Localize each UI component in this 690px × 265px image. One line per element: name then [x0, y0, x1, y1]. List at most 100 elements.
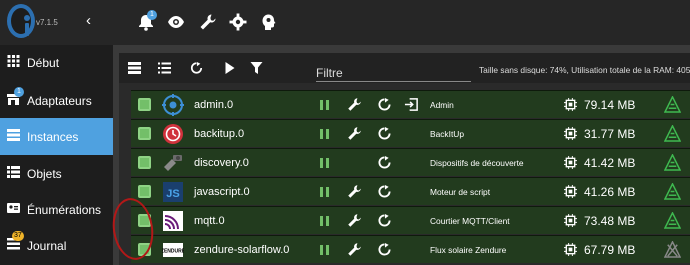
memory-value: 73.48 MB [584, 214, 636, 228]
instance-name: backitup.0 [194, 128, 245, 140]
instance-name: zendure-solarflow.0 [194, 244, 290, 256]
sidebar-item-label: Objets [27, 167, 62, 181]
instance-name: mqtt.0 [194, 215, 225, 227]
wrench-icon[interactable] [347, 184, 362, 199]
reload-icon[interactable] [378, 214, 391, 227]
instance-row-zendure-solarflow: ZENDURE zendure-solarflow.0 Flux solaire… [131, 235, 690, 263]
instances-toolbar: Filtre Taille sans disque: 74%, Utilisat… [119, 53, 690, 83]
memory-value: 67.79 MB [584, 243, 636, 257]
play-icon[interactable] [223, 62, 236, 74]
instances-panel: Filtre Taille sans disque: 74%, Utilisat… [119, 53, 690, 265]
reload-icon[interactable] [378, 156, 391, 169]
memory-value: 79.14 MB [584, 98, 636, 112]
list-view-icon[interactable] [158, 62, 171, 74]
instance-row-backitup: backitup.0 BackItUp 31.77 MB [131, 119, 690, 147]
instance-title: Dispositifs de découverte [430, 158, 524, 168]
instance-row-admin: admin.0 Admin 79.14 MB [131, 90, 690, 118]
memory-value: 41.26 MB [584, 185, 636, 199]
reload-icon[interactable] [378, 98, 391, 111]
admin-icon [162, 94, 184, 116]
sidebar-item-adaptateurs[interactable]: 1 Adaptateurs [0, 82, 113, 119]
wrench-icon[interactable] [347, 213, 362, 228]
pause-icon[interactable] [320, 187, 330, 197]
memory-chip-icon [564, 156, 577, 169]
disconnected-icon [664, 241, 681, 258]
sidebar-item-enumerations[interactable]: Énumérations [0, 191, 113, 228]
pause-icon[interactable] [320, 216, 330, 226]
svg-text:JS: JS [166, 188, 179, 200]
discovery-icon [164, 155, 182, 171]
zendure-icon: ZENDURE [162, 243, 184, 257]
instance-checkbox[interactable] [138, 98, 151, 111]
chevron-left-icon[interactable]: ‹ [86, 12, 91, 29]
sidebar: v7.1.5 ‹ Début 1 Adaptateurs Instances O… [0, 0, 113, 265]
connected-icon [664, 154, 681, 171]
logo-area: v7.1.5 ‹ [0, 0, 113, 45]
grid-icon [7, 55, 20, 67]
memory-chip-icon [564, 185, 577, 198]
backitup-icon [163, 124, 183, 144]
sidebar-item-label: Début [27, 56, 60, 70]
pause-icon[interactable] [320, 158, 330, 168]
eye-icon[interactable] [167, 13, 185, 31]
instance-title: Moteur de script [430, 187, 491, 197]
instance-title: BackItUp [430, 129, 464, 139]
table-view-icon[interactable] [128, 62, 141, 74]
open-link-icon[interactable] [404, 97, 419, 112]
list-icon [7, 166, 20, 178]
gear-icon[interactable] [229, 13, 247, 31]
instance-name: discovery.0 [194, 157, 249, 169]
wrench-icon[interactable] [347, 126, 362, 141]
sidebar-item-instances[interactable]: Instances [0, 118, 113, 155]
memory-chip-icon [564, 243, 577, 256]
javascript-icon: JS [163, 182, 183, 202]
journal-badge: 37 [12, 231, 24, 241]
instance-name: javascript.0 [194, 186, 250, 198]
version-label: v7.1.5 [36, 18, 58, 27]
reload-icon[interactable] [378, 185, 391, 198]
server-icon [7, 129, 20, 141]
sidebar-item-label: Journal [27, 239, 67, 253]
instance-checkbox[interactable] [138, 127, 151, 140]
instance-checkbox[interactable] [138, 156, 151, 169]
instance-row-mqtt: mqtt.0 Courtier MQTT/Client 73.48 MB [131, 206, 690, 234]
instance-checkbox[interactable] [138, 185, 151, 198]
wrench-icon[interactable] [347, 242, 362, 257]
mqtt-icon [163, 211, 183, 231]
sidebar-item-label: Énumérations [27, 203, 102, 217]
reload-icon[interactable] [378, 127, 391, 140]
instance-name: admin.0 [194, 99, 234, 111]
reload-icon[interactable] [378, 243, 391, 256]
memory-value: 31.77 MB [584, 127, 636, 141]
head-icon[interactable] [260, 13, 278, 31]
connected-icon [664, 125, 681, 142]
filter-input[interactable]: Filtre [316, 66, 343, 80]
sidebar-item-journal[interactable]: 37 Journal [0, 227, 113, 264]
memory-chip-icon [564, 214, 577, 227]
main-area: Filtre Taille sans disque: 74%, Utilisat… [113, 45, 690, 265]
pause-icon[interactable] [320, 100, 330, 110]
refresh-icon[interactable] [190, 62, 203, 74]
instance-title: Admin [430, 100, 454, 110]
instance-title: Flux solaire Zendure [430, 245, 507, 255]
sidebar-item-objets[interactable]: Objets [0, 155, 113, 192]
sidebar-item-debut[interactable]: Début [0, 44, 113, 81]
disk-info: Taille sans disque: 74%, Utilisation tot… [479, 65, 690, 75]
instance-title: Courtier MQTT/Client [430, 216, 510, 226]
pause-icon[interactable] [320, 129, 330, 139]
instance-row-discovery: discovery.0 Dispositifs de découverte 41… [131, 148, 690, 176]
memory-chip-icon [564, 127, 577, 140]
memory-value: 41.42 MB [584, 156, 636, 170]
connected-icon [664, 212, 681, 229]
wrench-icon[interactable] [347, 97, 362, 112]
adaptateurs-badge: 1 [14, 87, 24, 97]
sidebar-item-label: Instances [27, 130, 79, 144]
pause-icon[interactable] [320, 245, 330, 255]
instance-row-javascript: JS javascript.0 Moteur de script 41.26 M… [131, 177, 690, 205]
filter-icon[interactable] [250, 62, 263, 74]
svg-text:ZENDURE: ZENDURE [162, 249, 184, 255]
connected-icon [664, 183, 681, 200]
filter-underline [316, 81, 471, 82]
wrench-icon[interactable] [199, 13, 217, 31]
memory-chip-icon [564, 98, 577, 111]
